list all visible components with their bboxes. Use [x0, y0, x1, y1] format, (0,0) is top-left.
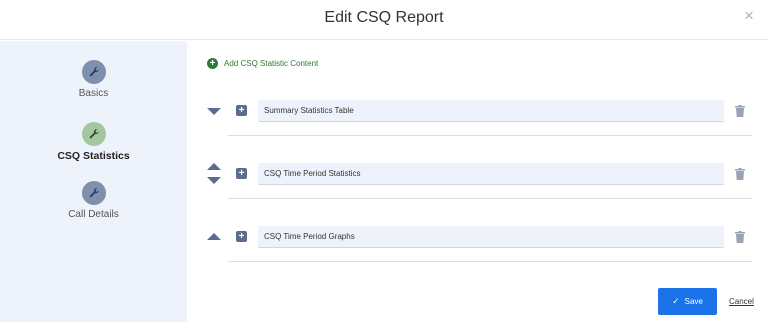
statistic-name-field[interactable]: Summary Statistics Table — [258, 100, 724, 122]
wrench-icon — [81, 181, 106, 205]
statistic-row: + CSQ Time Period Statistics — [207, 149, 752, 199]
move-down-arrow-icon[interactable] — [207, 177, 221, 184]
dialog-header: Edit CSQ Report × — [0, 0, 768, 40]
cancel-button[interactable]: Cancel — [729, 297, 754, 306]
statistic-name-field[interactable]: CSQ Time Period Graphs — [258, 226, 724, 248]
statistic-row: + Summary Statistics Table — [207, 86, 752, 136]
reorder-arrows — [207, 212, 221, 262]
sidebar-step-label: Call Details — [68, 209, 119, 220]
sidebar-step-csq-statistics[interactable]: CSQ Statistics — [0, 122, 187, 162]
edit-report-dialog: Edit CSQ Report × Basics CSQ Statistics … — [0, 0, 768, 322]
move-up-arrow-icon[interactable] — [207, 163, 221, 170]
trash-icon[interactable] — [735, 231, 745, 243]
trash-icon[interactable] — [735, 105, 745, 117]
add-statistic-content-button[interactable]: + Add CSQ Statistic Content — [207, 57, 318, 69]
sidebar-step-label: CSQ Statistics — [57, 150, 130, 162]
expand-plus-icon[interactable]: + — [236, 231, 247, 242]
checkmark-icon: ✓ — [672, 296, 680, 306]
save-button[interactable]: ✓ Save — [658, 288, 717, 315]
add-statistic-content-label: Add CSQ Statistic Content — [224, 58, 319, 68]
expand-plus-icon[interactable]: + — [236, 168, 247, 179]
move-up-arrow-icon[interactable] — [207, 233, 221, 240]
statistic-row: + CSQ Time Period Graphs — [207, 212, 752, 262]
sidebar-step-label: Basics — [78, 88, 109, 99]
move-down-arrow-icon[interactable] — [207, 108, 221, 115]
sidebar-step-call-details[interactable]: Call Details — [0, 181, 187, 220]
wrench-icon — [81, 122, 106, 146]
reorder-arrows — [207, 86, 221, 136]
wrench-icon — [81, 60, 106, 84]
statistic-name-field[interactable]: CSQ Time Period Statistics — [258, 163, 724, 185]
trash-icon[interactable] — [735, 168, 745, 180]
plus-circle-icon: + — [207, 57, 218, 69]
dialog-title: Edit CSQ Report — [324, 9, 444, 26]
save-button-label: Save — [684, 297, 703, 306]
content-panel: + Add CSQ Statistic Content + Summary St… — [187, 41, 768, 322]
sidebar-step-basics[interactable]: Basics — [0, 60, 187, 99]
step-sidebar: Basics CSQ Statistics Call Details — [0, 41, 187, 322]
reorder-arrows — [207, 149, 221, 199]
close-icon[interactable]: × — [740, 7, 758, 25]
expand-plus-icon[interactable]: + — [236, 105, 247, 116]
